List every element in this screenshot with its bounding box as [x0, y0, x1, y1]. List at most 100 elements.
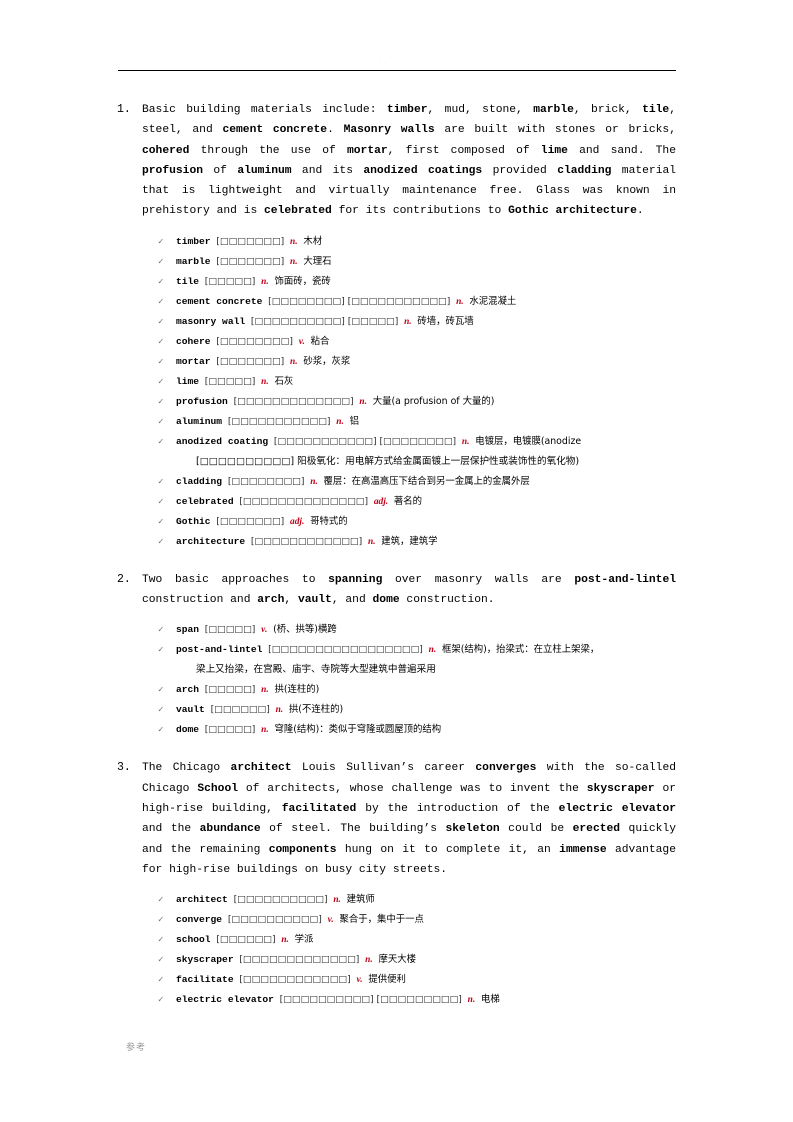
vocabulary-word: vault: [176, 704, 205, 716]
numbered-section: 1. Basic building materials include: timb…: [0, 100, 793, 570]
phonetic-transcription: [□□□□□□□□□□□□□□]: [239, 495, 369, 507]
vocabulary-word: post-and-lintel: [176, 644, 263, 656]
part-of-speech: adj.: [290, 516, 305, 527]
vocabulary-entry: ✓ timber [□□□□□□□] n. 木材: [0, 232, 793, 252]
check-icon: ✓: [158, 685, 164, 696]
part-of-speech: n.: [275, 705, 284, 716]
phonetic-transcription: [□□□□□□□□□□] [□□□□□□□□□]: [279, 994, 462, 1006]
vocabulary-list: ✓ timber [□□□□□□□] n. 木材 ✓ marble [□□□□□□□]…: [0, 232, 793, 552]
check-icon: ✓: [158, 536, 164, 547]
page-header-text: . . . .: [376, 52, 418, 61]
section-paragraph: 3. The Chicago architect Louis Sullivan’s…: [0, 758, 793, 880]
check-icon: ✓: [158, 915, 164, 926]
vocabulary-entry: ✓ vault [□□□□□□] n. 拱(不连柱的): [0, 700, 793, 720]
vocabulary-list: ✓ architect [□□□□□□□□□□] n. 建筑师 ✓ converge …: [0, 890, 793, 1010]
part-of-speech: v.: [327, 915, 334, 926]
part-of-speech: n.: [290, 256, 298, 267]
check-icon: ✓: [158, 895, 164, 906]
vocabulary-entry: ✓ profusion [□□□□□□□□□□□□□] n. 大量(a profu…: [0, 392, 793, 412]
phonetic-transcription: [□□□□□]: [204, 624, 256, 636]
check-icon: ✓: [158, 496, 164, 507]
vocabulary-meaning: 拱(不连柱的): [288, 704, 344, 716]
vocabulary-word: masonry wall: [176, 315, 246, 327]
section-paragraph-text: Two basic approaches to spanning over ma…: [142, 573, 677, 607]
part-of-speech: n.: [365, 955, 373, 966]
vocabulary-meaning: 石灰: [274, 375, 294, 387]
vocabulary-entry: ✓ aluminum [□□□□□□□□□□□] n. 铝: [0, 412, 793, 432]
part-of-speech: n.: [261, 276, 269, 287]
vocabulary-meaning-continued: [□□□□□□□□□□] 阳极氧化：用电解方式给金属面镀上一层保护性或装饰性的氧…: [196, 455, 580, 467]
check-icon: ✓: [158, 995, 164, 1006]
vocabulary-word: architecture: [176, 535, 246, 547]
check-icon: ✓: [158, 256, 164, 267]
vocabulary-meaning-continued: 梁上又抬梁，在宫殿、庙宇、寺院等大型建筑中普遍采用: [196, 664, 436, 676]
check-icon: ✓: [158, 955, 164, 966]
vocabulary-entry: ✓ lime [□□□□□] n. 石灰: [0, 372, 793, 392]
vocabulary-meaning: 电梯: [480, 994, 500, 1006]
phonetic-transcription: [□□□□□]: [204, 375, 256, 387]
check-icon: ✓: [158, 396, 164, 407]
phonetic-transcription: [□□□□□]: [204, 275, 256, 287]
numbered-section: 3. The Chicago architect Louis Sullivan’s…: [0, 758, 793, 1010]
vocabulary-entry: ✓ post-and-lintel [□□□□□□□□□□□□□□□□□] n. …: [0, 640, 793, 660]
phonetic-transcription: [□□□□□□□□]: [227, 475, 305, 487]
header-divider: [118, 70, 676, 71]
check-icon: ✓: [158, 336, 164, 347]
vocabulary-entry: ✓ dome [□□□□□] n. 穹隆(结构)：类似于穹隆或圆屋顶的结构: [0, 720, 793, 740]
phonetic-transcription: [□□□□□□□]: [216, 515, 285, 527]
vocabulary-meaning: 大量(a profusion of 大量的): [372, 395, 495, 407]
phonetic-transcription: [□□□□□□□□□□□□]: [239, 974, 351, 986]
check-icon: ✓: [158, 236, 164, 247]
vocabulary-meaning: 铝: [349, 415, 359, 427]
vocabulary-word: cohere: [176, 335, 211, 347]
check-icon: ✓: [158, 356, 164, 367]
vocabulary-word: anodized coating: [176, 435, 269, 447]
check-icon: ✓: [158, 436, 164, 447]
check-icon: ✓: [158, 725, 164, 736]
phonetic-transcription: [□□□□□□□□□□□]: [227, 415, 331, 427]
part-of-speech: n.: [310, 476, 318, 487]
part-of-speech: n.: [359, 396, 367, 407]
part-of-speech: n.: [290, 236, 298, 247]
vocabulary-entry: ✓ mortar [□□□□□□□] n. 砂浆，灰浆: [0, 352, 793, 372]
vocabulary-entry: ✓ cement concrete [□□□□□□□□] [□□□□□□□□□□□…: [0, 292, 793, 312]
vocabulary-word: tile: [176, 275, 200, 287]
vocabulary-meaning: 木材: [303, 235, 323, 247]
vocabulary-meaning: (桥、拱等)横跨: [273, 624, 337, 636]
vocabulary-meaning: 建筑，建筑学: [381, 535, 438, 547]
part-of-speech: n.: [281, 935, 289, 946]
phonetic-transcription: [□□□□□□]: [210, 704, 270, 716]
vocabulary-word: cement concrete: [176, 295, 263, 307]
vocabulary-word: facilitate: [176, 974, 234, 986]
part-of-speech: n.: [290, 356, 298, 367]
vocabulary-meaning: 著名的: [393, 495, 423, 507]
phonetic-transcription: [□□□□□□□□□□□□]: [250, 535, 363, 547]
phonetic-transcription: [□□□□□□□]: [216, 355, 285, 367]
vocabulary-entry: ✓ architect [□□□□□□□□□□] n. 建筑师: [0, 890, 793, 910]
part-of-speech: n.: [336, 416, 344, 427]
vocabulary-meaning: 粘合: [310, 335, 330, 347]
vocabulary-word: marble: [176, 255, 211, 267]
vocabulary-entry: ✓ cladding [□□□□□□□□] n. 覆层：在高温高压下结合到另一金属…: [0, 472, 793, 492]
vocabulary-word: span: [176, 624, 200, 636]
document-page: . . . . 1. Basic building materials inclu…: [0, 0, 793, 1122]
vocabulary-entry: ✓ Gothic [□□□□□□□] adj. 哥特式的: [0, 512, 793, 532]
check-icon: ✓: [158, 416, 164, 427]
vocabulary-meaning: 学派: [294, 934, 314, 946]
vocabulary-meaning: 砖墙，砖瓦墙: [417, 315, 474, 327]
vocabulary-entry: ✓ facilitate [□□□□□□□□□□□□] v. 提供便利: [0, 970, 793, 990]
vocabulary-word: skyscraper: [176, 954, 234, 966]
part-of-speech: v.: [356, 975, 363, 986]
section-number: 3.: [117, 761, 131, 775]
part-of-speech: v.: [298, 336, 305, 347]
check-icon: ✓: [158, 276, 164, 287]
vocabulary-word: converge: [176, 914, 223, 926]
check-icon: ✓: [158, 705, 164, 716]
vocabulary-list: ✓ span [□□□□□] v. (桥、拱等)横跨 ✓ post-and-linte…: [0, 620, 793, 740]
check-icon: ✓: [158, 516, 164, 527]
phonetic-transcription: [□□□□□□□]: [216, 235, 285, 247]
vocabulary-entry: ✓ marble [□□□□□□□] n. 大理石: [0, 252, 793, 272]
part-of-speech: n.: [261, 376, 269, 387]
phonetic-transcription: [□□□□□□□□]: [216, 335, 293, 347]
section-paragraph: 2. Two basic approaches to spanning over …: [0, 570, 793, 611]
